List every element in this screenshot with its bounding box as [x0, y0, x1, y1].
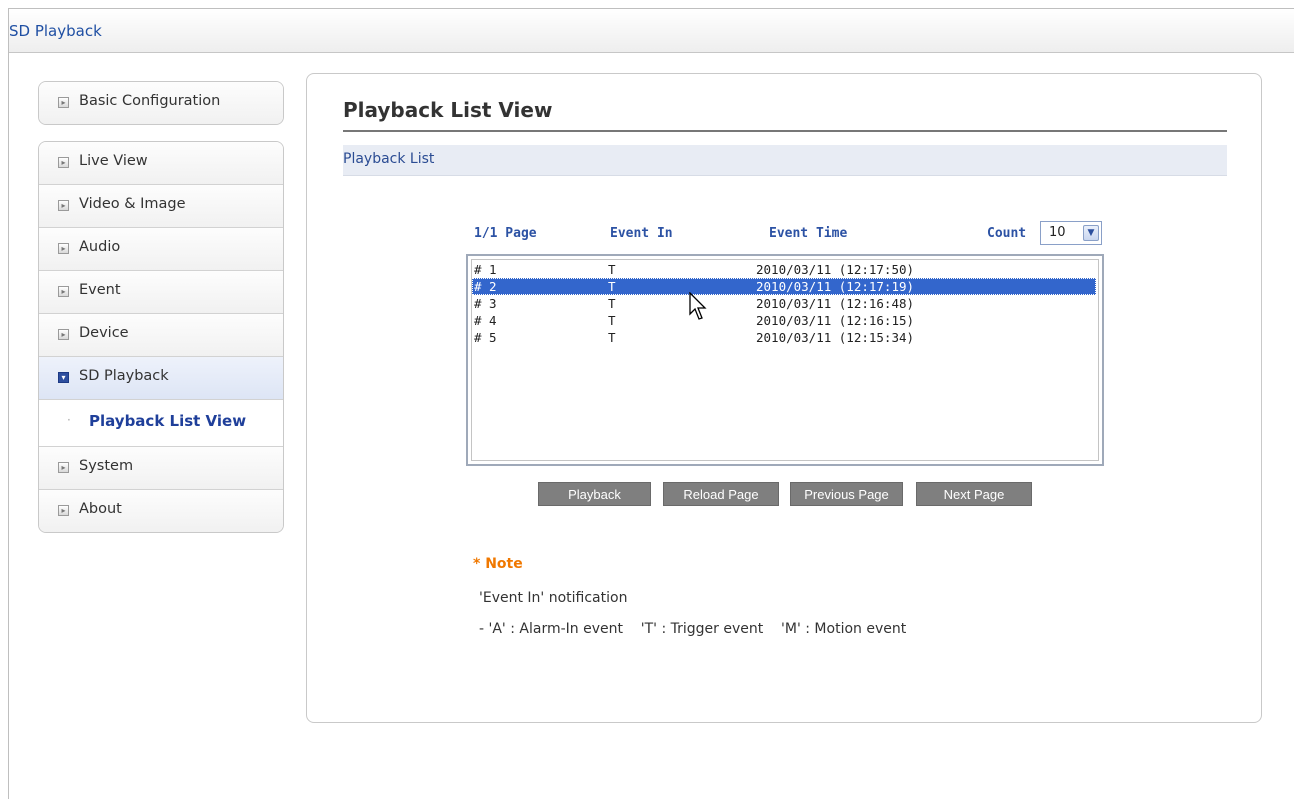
sidebar-item-label: Audio	[79, 239, 121, 255]
list-item-selected[interactable]: # 2 T 2010/03/11 (12:17:19)	[472, 278, 1096, 295]
sidebar-subitem-label: Playback List View	[89, 412, 247, 430]
sidebar-item-sd-playback[interactable]: ▾ SD Playback	[39, 357, 283, 400]
row-number: # 2	[474, 279, 497, 294]
sidebar-item-basic-configuration[interactable]: ▸ Basic Configuration	[39, 82, 283, 124]
playback-listbox[interactable]: # 1 T 2010/03/11 (12:17:50) # 2 T 2010/0…	[466, 254, 1104, 466]
sidebar-item-label: Video & Image	[79, 196, 186, 212]
sidebar-item-video-image[interactable]: ▸ Video & Image	[39, 185, 283, 228]
list-item[interactable]: # 3 T 2010/03/11 (12:16:48)	[472, 295, 1096, 312]
chevron-down-icon[interactable]: ▼	[1083, 225, 1099, 241]
sidebar-item-live-view[interactable]: ▸ Live View	[39, 142, 283, 185]
sidebar-item-label: System	[79, 458, 134, 474]
sidebar-item-label: About	[79, 501, 122, 517]
title-bar: SD Playback	[9, 9, 1294, 53]
expand-icon: ▸	[58, 157, 69, 168]
listbox-inner: # 1 T 2010/03/11 (12:17:50) # 2 T 2010/0…	[471, 259, 1099, 461]
sidebar-item-audio[interactable]: ▸ Audio	[39, 228, 283, 271]
note-line-2: - 'A' : Alarm-In event 'T' : Trigger eve…	[479, 621, 907, 637]
row-event: T	[608, 279, 616, 294]
expand-icon: ▸	[58, 200, 69, 211]
sidebar-item-event[interactable]: ▸ Event	[39, 271, 283, 314]
sidebar-item-label: Live View	[79, 153, 148, 169]
playback-button[interactable]: Playback	[538, 482, 651, 506]
title-divider	[343, 130, 1227, 132]
previous-page-button[interactable]: Previous Page	[790, 482, 903, 506]
sidebar-subitem-playback-list-view[interactable]: · Playback List View	[39, 400, 283, 447]
page-title: Playback List View	[343, 98, 553, 122]
sidebar-item-label: Event	[79, 282, 121, 298]
expand-icon: ▸	[58, 462, 69, 473]
content-panel: Playback List View Playback List 1/1 Pag…	[306, 73, 1262, 723]
row-time: 2010/03/11 (12:16:48)	[756, 296, 915, 311]
expand-icon: ▸	[58, 243, 69, 254]
expand-icon: ▸	[58, 329, 69, 340]
count-label: Count	[987, 226, 1027, 241]
row-number: # 4	[474, 313, 497, 328]
row-time: 2010/03/11 (12:17:19)	[756, 279, 915, 294]
row-event: T	[608, 262, 616, 277]
sidebar-item-label: Basic Configuration	[79, 93, 221, 109]
expand-icon: ▸	[58, 505, 69, 516]
section-title: Playback List	[343, 151, 435, 167]
row-event: T	[608, 296, 616, 311]
row-number: # 5	[474, 330, 497, 345]
count-value: 10	[1049, 225, 1066, 240]
count-select[interactable]: 10 ▼	[1040, 221, 1102, 245]
sidebar-item-device[interactable]: ▸ Device	[39, 314, 283, 357]
row-time: 2010/03/11 (12:15:34)	[756, 330, 915, 345]
window-title: SD Playback	[9, 22, 102, 40]
row-number: # 3	[474, 296, 497, 311]
list-item[interactable]: # 4 T 2010/03/11 (12:16:15)	[472, 312, 1096, 329]
column-header-event-time: Event Time	[769, 226, 848, 241]
collapse-icon: ▾	[58, 372, 69, 383]
sidebar-item-about[interactable]: ▸ About	[39, 490, 283, 532]
row-time: 2010/03/11 (12:17:50)	[756, 262, 915, 277]
row-number: # 1	[474, 262, 497, 277]
row-time: 2010/03/11 (12:16:15)	[756, 313, 915, 328]
sidebar-item-system[interactable]: ▸ System	[39, 447, 283, 490]
row-event: T	[608, 313, 616, 328]
bullet-icon: ·	[67, 413, 71, 427]
next-page-button[interactable]: Next Page	[916, 482, 1032, 506]
reload-page-button[interactable]: Reload Page	[663, 482, 779, 506]
sidebar-item-label: Device	[79, 325, 129, 341]
column-header-event-in: Event In	[610, 226, 673, 241]
nav-group-main: ▸ Live View ▸ Video & Image ▸ Audio ▸ Ev…	[38, 141, 284, 533]
nav-group-basic: ▸ Basic Configuration	[38, 81, 284, 125]
note-title: * Note	[473, 556, 523, 572]
expand-icon: ▸	[58, 286, 69, 297]
note-line-1: 'Event In' notification	[479, 590, 628, 606]
section-header: Playback List	[343, 145, 1227, 176]
row-event: T	[608, 330, 616, 345]
sidebar-item-label: SD Playback	[79, 368, 169, 384]
list-item[interactable]: # 5 T 2010/03/11 (12:15:34)	[472, 329, 1096, 346]
expand-icon: ▸	[58, 97, 69, 108]
mouse-pointer-icon	[689, 292, 707, 320]
page-indicator: 1/1 Page	[474, 226, 537, 241]
list-item[interactable]: # 1 T 2010/03/11 (12:17:50)	[472, 261, 1096, 278]
